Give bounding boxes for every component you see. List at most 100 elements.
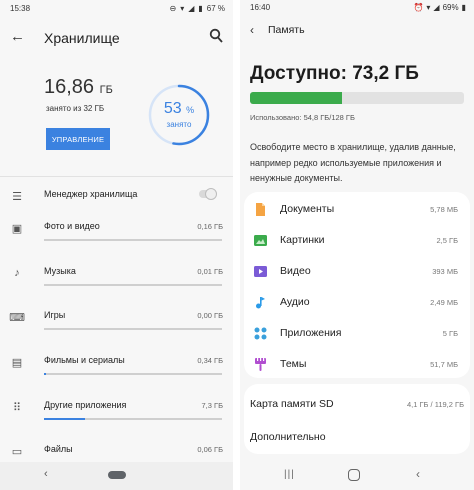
category-label: Другие приложения — [44, 400, 127, 410]
extra-storage-card: Карта памяти SD 4,1 ГБ / 119,2 ГБ Дополн… — [244, 384, 470, 454]
status-icons: ⏰ ▾ ◢ 69% ▮ — [413, 3, 466, 12]
back-chevron-icon[interactable]: ‹ — [250, 23, 254, 37]
apps-icon — [254, 327, 267, 340]
list-item-size: 2,5 ГБ — [436, 236, 459, 245]
category-row[interactable]: ▣ Фото и видео 0,16 ГБ — [0, 213, 233, 257]
list-item-size: 393 МБ — [432, 267, 458, 276]
list-item-pictures[interactable]: Картинки 2,5 ГБ — [244, 225, 470, 256]
sd-card-label[interactable]: Карта памяти SD — [250, 398, 334, 410]
nav-recents-icon[interactable]: ||| — [284, 469, 295, 480]
list-item-label: Темы — [280, 358, 307, 370]
category-size: 0,01 ГБ — [197, 267, 223, 276]
storage-progress — [250, 92, 464, 104]
list-item-themes[interactable]: Темы 51,7 МБ — [244, 349, 470, 380]
signal-icon: ◢ — [433, 3, 440, 12]
category-size: 0,34 ГБ — [197, 356, 223, 365]
navigation-bar: ‹ — [0, 462, 233, 490]
list-item-label: Аудио — [280, 296, 310, 308]
wifi-icon: ▾ — [180, 4, 185, 13]
battery-icon: ▮ — [198, 4, 203, 13]
category-row[interactable]: ⠿ Другие приложения 7,3 ГБ — [0, 392, 233, 436]
list-item-label: Документы — [280, 203, 335, 215]
list-item-size: 51,7 МБ — [430, 360, 458, 369]
category-label: Фото и видео — [44, 221, 100, 231]
document-icon — [256, 203, 265, 216]
available-storage: Доступно: 73,2 ГБ — [250, 63, 419, 84]
list-item-apps[interactable]: Приложения 5 ГБ — [244, 318, 470, 349]
used-storage-text: Использовано: 54,8 ГБ/128 ГБ — [250, 113, 355, 122]
file-categories-card: Документы 5,78 МБ Картинки 2,5 ГБ Видео … — [244, 192, 470, 378]
list-item-label: Картинки — [280, 234, 325, 246]
audio-icon — [256, 297, 265, 309]
category-progress — [44, 418, 222, 420]
category-size: 0,16 ГБ — [197, 222, 223, 231]
page-title: Хранилище — [44, 30, 120, 46]
usage-percent-label: занято — [166, 120, 192, 129]
category-row[interactable]: ♪ Музыка 0,01 ГБ — [0, 258, 233, 302]
folder-icon: ▭ — [11, 445, 23, 458]
category-size: 0,06 ГБ — [197, 445, 223, 454]
navigation-bar: ||| ‹ — [240, 462, 474, 490]
category-label: Файлы — [44, 444, 73, 454]
usage-percent-value: 53 — [163, 100, 182, 117]
alarm-icon: ⏰ — [413, 3, 424, 12]
used-storage: 16,86 ГБ — [44, 76, 113, 99]
nav-home-icon[interactable] — [348, 469, 360, 481]
status-bar: 15:38 ⊖ ▾ ◢ ▮ 67 % — [0, 0, 233, 18]
battery-level: 67 % — [206, 4, 225, 13]
advanced-link[interactable]: Дополнительно — [250, 431, 326, 443]
sd-card-size: 4,1 ГБ / 119,2 ГБ — [406, 400, 464, 409]
used-of-total: занято из 32 ГБ — [46, 104, 105, 113]
app-bar: ← Хранилище — [0, 18, 233, 58]
video-icon — [254, 266, 267, 277]
apps-grid-icon: ⠿ — [12, 401, 22, 414]
category-progress — [44, 373, 222, 375]
category-progress-fill — [44, 418, 85, 420]
nav-home-pill-icon[interactable] — [108, 471, 126, 479]
nav-back-icon[interactable]: ‹ — [44, 468, 48, 480]
list-item-size: 2,49 МБ — [430, 298, 458, 307]
panel-divider — [233, 0, 240, 490]
themes-icon — [255, 358, 266, 371]
status-icons: ⊖ ▾ ◢ ▮ 67 % — [169, 4, 225, 13]
list-item-size: 5 ГБ — [442, 329, 458, 338]
nav-back-icon[interactable]: ‹ — [416, 467, 420, 481]
list-item-label: Приложения — [280, 327, 342, 339]
list-item-video[interactable]: Видео 393 МБ — [244, 256, 470, 287]
list-item-audio[interactable]: Аудио 2,49 МБ — [244, 287, 470, 318]
category-row[interactable]: ▤ Фильмы и сериалы 0,34 ГБ — [0, 347, 233, 391]
storage-summary: 16,86 ГБ занято из 32 ГБ УПРАВЛЕНИЕ 53 %… — [0, 58, 233, 176]
category-row[interactable]: ⌨ Игры 0,00 ГБ — [0, 302, 233, 346]
status-time: 16:40 — [250, 3, 271, 12]
battery-level: 69% — [442, 3, 459, 12]
app-bar: ‹ Память — [240, 16, 474, 46]
battery-icon: ▮ — [461, 3, 466, 12]
used-value: 16,86 — [44, 76, 95, 98]
category-progress — [44, 328, 222, 330]
gamepad-icon: ⌨ — [9, 311, 25, 324]
signal-icon: ◢ — [188, 4, 195, 13]
manage-button[interactable]: УПРАВЛЕНИЕ — [46, 128, 110, 150]
storage-manager-label: Менеджер хранилища — [44, 189, 138, 199]
search-icon[interactable] — [209, 28, 223, 44]
back-arrow-icon[interactable]: ← — [10, 28, 25, 45]
list-item-documents[interactable]: Документы 5,78 МБ — [244, 194, 470, 225]
toggle-knob — [205, 188, 217, 200]
status-time: 15:38 — [10, 4, 31, 13]
category-label: Фильмы и сериалы — [44, 355, 125, 365]
category-progress — [44, 284, 222, 286]
category-progress — [44, 239, 222, 241]
storage-manager-toggle[interactable] — [199, 188, 217, 200]
usage-percent: 53 % — [146, 100, 212, 118]
image-icon — [254, 235, 267, 246]
music-note-icon: ♪ — [14, 267, 20, 279]
memory-screen-right: 16:40 ⏰ ▾ ◢ 69% ▮ ‹ Память Доступно: 73,… — [240, 0, 474, 490]
status-bar: 16:40 ⏰ ▾ ◢ 69% ▮ — [240, 0, 474, 16]
category-label: Музыка — [44, 266, 76, 276]
usage-percent-sign: % — [186, 105, 195, 115]
storage-screen-left: 15:38 ⊖ ▾ ◢ ▮ 67 % ← Хранилище 16,86 ГБ … — [0, 0, 233, 490]
category-label: Игры — [44, 310, 66, 320]
movie-icon: ▤ — [11, 356, 23, 369]
wifi-icon: ▾ — [426, 3, 431, 12]
category-progress-fill — [44, 373, 46, 375]
